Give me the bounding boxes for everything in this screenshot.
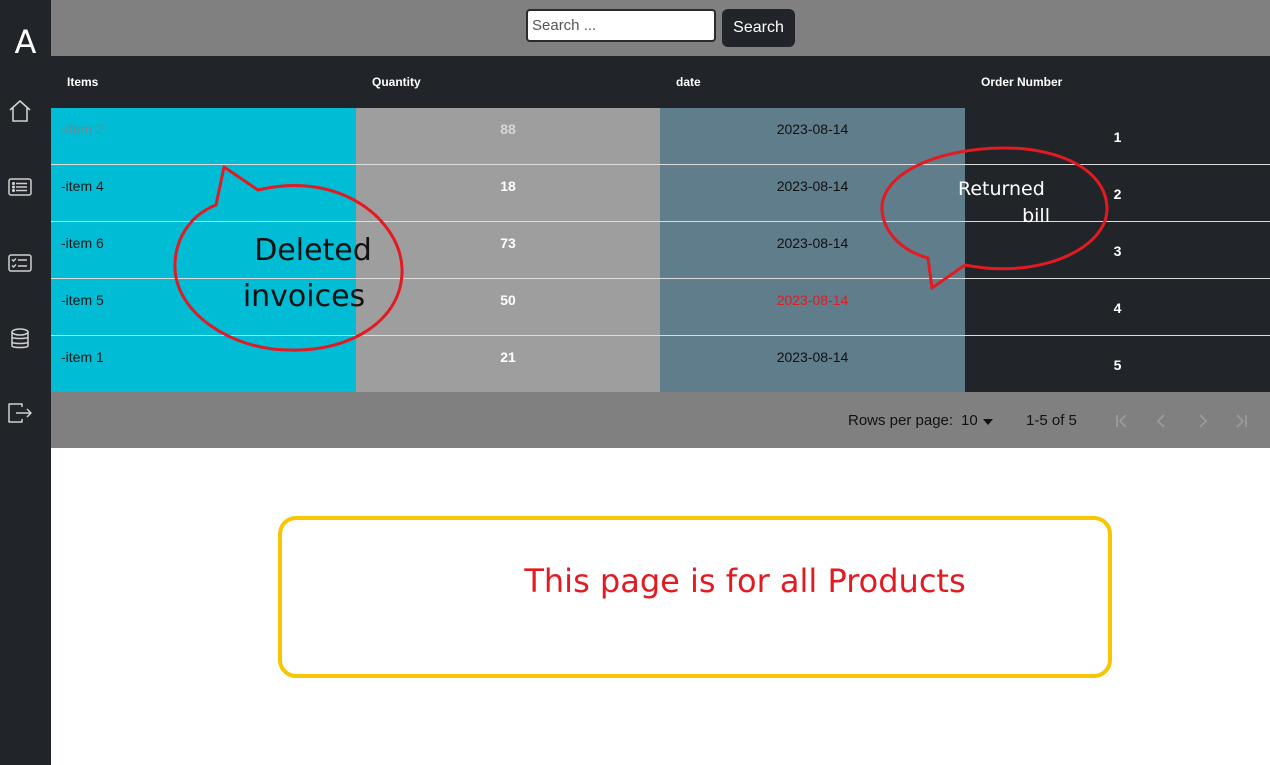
rows-per-page-value: 10	[961, 412, 978, 429]
row-divider	[51, 335, 1270, 336]
header-order-number[interactable]: Order Number	[981, 56, 1062, 108]
order-number-cell: 1	[1113, 129, 1122, 145]
item-cell: -item 1	[61, 349, 104, 365]
rows-per-page-label: Rows per page:	[848, 412, 954, 429]
returned-bill-label: Returned bill	[950, 176, 1060, 230]
pagination-bar: Rows per page: 10 1-5 of 5	[51, 392, 1270, 448]
caret-down-icon	[983, 419, 993, 425]
list-icon[interactable]	[6, 173, 34, 201]
deleted-invoices-line1: Deleted	[254, 233, 372, 268]
search-bar: Search	[51, 0, 1270, 56]
quantity-cell: 18	[500, 178, 516, 194]
header-quantity[interactable]: Quantity	[372, 56, 421, 108]
row-divider	[51, 221, 1270, 222]
last-page-icon[interactable]	[1233, 413, 1249, 429]
item-cell: -item 2	[61, 121, 104, 137]
row-divider	[51, 164, 1270, 165]
item-cell: -item 6	[61, 235, 104, 251]
item-cell: -item 4	[61, 178, 104, 194]
logout-icon[interactable]	[6, 399, 34, 427]
date-cell: 2023-08-14	[776, 235, 849, 251]
first-page-icon[interactable]	[1114, 413, 1130, 429]
date-cell: 2023-08-14	[776, 121, 849, 137]
home-icon[interactable]	[6, 97, 34, 125]
database-icon[interactable]	[6, 325, 34, 353]
pagination-range: 1-5 of 5	[1026, 412, 1077, 429]
date-cell: 2023-08-14	[776, 178, 849, 194]
returned-bill-line2: bill	[1022, 205, 1050, 227]
rows-per-page-select[interactable]: 10	[961, 412, 993, 429]
table-header: Items Quantity date Order Number	[51, 56, 1270, 108]
checklist-icon[interactable]	[6, 249, 34, 277]
order-number-cell: 4	[1113, 300, 1122, 316]
item-cell: -item 5	[61, 292, 104, 308]
quantity-cell: 88	[500, 121, 516, 137]
date-cell: 2023-08-14	[776, 349, 849, 365]
header-items[interactable]: Items	[67, 56, 98, 108]
sidebar: A	[0, 0, 51, 765]
order-number-cell: 5	[1113, 357, 1122, 373]
quantity-cell: 73	[500, 235, 516, 251]
quantity-cell: 21	[500, 349, 516, 365]
search-button[interactable]: Search	[722, 9, 795, 47]
returned-bill-line1: Returned	[958, 178, 1045, 200]
quantity-cell: 50	[500, 292, 516, 308]
header-date[interactable]: date	[676, 56, 701, 108]
search-input[interactable]	[526, 9, 716, 42]
deleted-invoices-label: Deleted invoices	[230, 228, 390, 320]
deleted-invoices-line2: invoices	[242, 279, 366, 314]
date-cell-highlighted: 2023-08-14	[776, 292, 849, 308]
brand-logo[interactable]: A	[0, 22, 51, 62]
previous-page-icon[interactable]	[1154, 413, 1170, 429]
next-page-icon[interactable]	[1194, 413, 1210, 429]
info-message: This page is for all Products	[524, 562, 966, 600]
order-number-cell: 3	[1113, 243, 1122, 259]
